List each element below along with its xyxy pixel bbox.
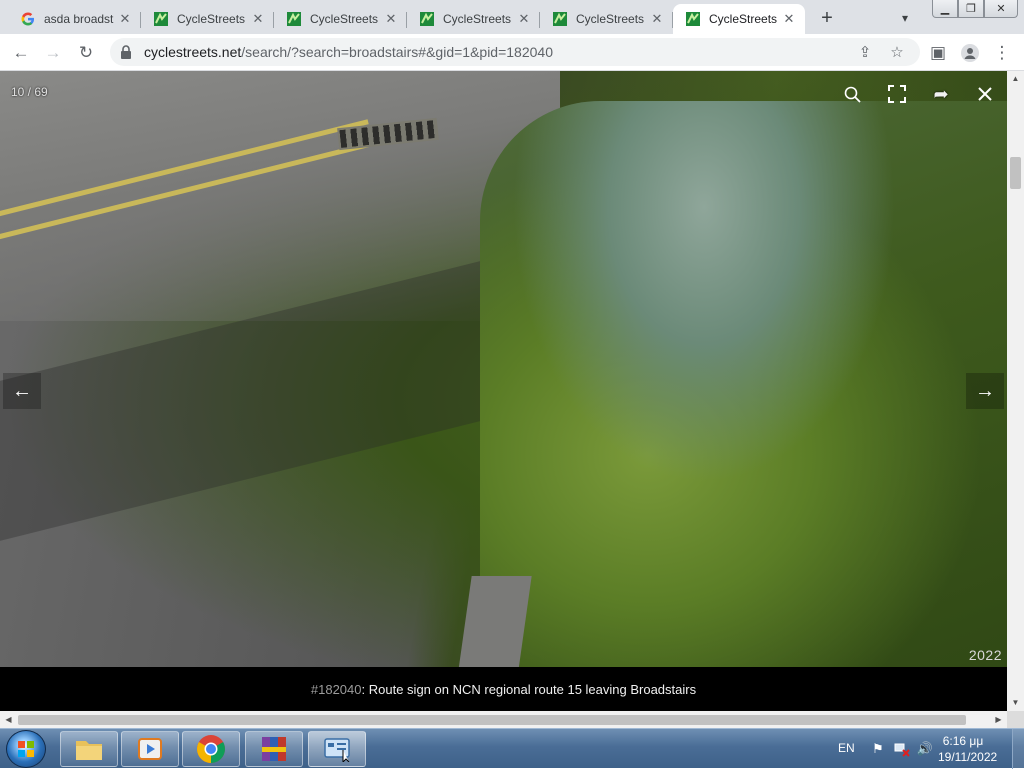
photo-lightbox: 10 / 69 ➦ ← → 2022 #182040: Route sign o… (0, 71, 1024, 711)
tab-title: CycleStreets (576, 12, 645, 26)
forward-arrow-icon[interactable]: → (39, 39, 67, 67)
previous-photo-arrow-icon[interactable]: ← (3, 373, 41, 409)
close-tab-icon[interactable]: ✕ (117, 11, 133, 27)
tab-title: CycleStreets (709, 12, 778, 26)
tab-asda[interactable]: asda broadst ✕ (8, 4, 141, 34)
scroll-up-arrow-icon[interactable]: ▲ (1011, 74, 1020, 83)
tab-cyclestreets-1[interactable]: CycleStreets ✕ (141, 4, 274, 34)
clock-time: 6:16 μμ (942, 734, 984, 748)
cyclestreets-icon (685, 11, 701, 27)
fullscreen-icon[interactable] (884, 81, 910, 107)
back-arrow-icon[interactable]: ← (7, 39, 35, 67)
scrollbar-corner (1007, 711, 1024, 728)
url-path: /search/?search=broadstairs#&gid=1&pid=1… (241, 44, 553, 60)
google-g-icon (20, 11, 36, 27)
tab-cyclestreets-2[interactable]: CycleStreets ✕ (274, 4, 407, 34)
caption-separator: : (361, 681, 369, 697)
cyclestreets-icon (286, 11, 302, 27)
winrar-icon[interactable] (245, 731, 303, 767)
hedge (480, 101, 1007, 667)
share-arrow-icon[interactable]: ➦ (928, 81, 954, 107)
photo-caption: #182040: Route sign on NCN regional rout… (0, 667, 1007, 711)
tab-cyclestreets-active[interactable]: CycleStreets ✕ (673, 4, 805, 34)
zoom-icon[interactable] (839, 81, 865, 107)
close-viewer-icon[interactable] (972, 81, 998, 107)
close-tab-icon[interactable]: ✕ (250, 11, 266, 27)
tab-search-chevron-icon[interactable]: ▾ (893, 6, 917, 30)
close-tab-icon[interactable]: ✕ (516, 11, 532, 27)
tab-cyclestreets-3[interactable]: CycleStreets ✕ (407, 4, 540, 34)
photo-id-link[interactable]: #182040 (311, 682, 362, 697)
curb-stone (458, 576, 532, 667)
scrollbar-thumb[interactable] (18, 715, 966, 725)
reload-icon[interactable]: ↻ (72, 39, 100, 67)
scroll-left-arrow-icon[interactable]: ◀ (4, 715, 13, 724)
chrome-icon[interactable] (182, 731, 240, 767)
close-window-icon[interactable]: ✕ (984, 0, 1018, 18)
photo-year: 2022 (968, 647, 1002, 663)
url-host: cyclestreets.net (144, 44, 242, 60)
scroll-down-arrow-icon[interactable]: ▼ (1011, 698, 1020, 707)
side-panel-icon[interactable]: ▣ (924, 39, 952, 67)
tab-title: asda broadst (44, 12, 114, 26)
photo-image (0, 71, 1007, 667)
tab-title: CycleStreets (443, 12, 512, 26)
caption-text: Route sign on NCN regional route 15 leav… (368, 681, 697, 697)
share-icon[interactable]: ⇪ (855, 42, 875, 62)
close-tab-icon[interactable]: ✕ (383, 11, 399, 27)
tab-title: CycleStreets (177, 12, 246, 26)
network-app-icon[interactable] (308, 731, 366, 767)
windows-taskbar: EN ⚑ 🔊 6:16 μμ 19/11/2022 (0, 728, 1024, 769)
cyclestreets-icon (153, 11, 169, 27)
tab-strip: asda broadst ✕ CycleStreets ✕ CycleStree… (0, 0, 1024, 34)
vertical-scrollbar[interactable]: ▲ ▼ (1007, 71, 1024, 711)
bookmark-star-icon[interactable]: ☆ (887, 42, 907, 62)
system-clock[interactable]: 6:16 μμ 19/11/2022 (938, 733, 998, 765)
next-photo-arrow-icon[interactable]: → (966, 373, 1004, 409)
close-tab-icon[interactable]: ✕ (649, 11, 665, 27)
minimize-icon[interactable]: ▁ (932, 0, 958, 18)
scroll-right-arrow-icon[interactable]: ▶ (994, 715, 1003, 724)
volume-speaker-icon[interactable]: 🔊 (917, 741, 933, 757)
scrollbar-thumb[interactable] (1010, 157, 1021, 189)
browser-toolbar: ← → ↻ cyclestreets.net/search/?search=br… (0, 34, 1024, 71)
network-disconnected-icon[interactable] (894, 741, 910, 757)
lock-icon[interactable] (120, 45, 134, 59)
horizontal-scrollbar[interactable]: ◀ ▶ (0, 711, 1007, 728)
photo-counter: 10 / 69 (11, 85, 48, 99)
language-indicator[interactable]: EN (838, 741, 855, 755)
address-bar[interactable]: cyclestreets.net/search/?search=broadsta… (110, 38, 920, 66)
show-desktop-button[interactable] (1012, 729, 1024, 769)
close-tab-icon[interactable]: ✕ (781, 11, 797, 27)
cyclestreets-icon (552, 11, 568, 27)
start-button-windows-logo-icon[interactable] (6, 730, 46, 768)
window-controls: ▁ ❐ ✕ (932, 0, 1018, 18)
restore-icon[interactable]: ❐ (958, 0, 984, 18)
clock-date: 19/11/2022 (938, 750, 998, 764)
tab-cyclestreets-4[interactable]: CycleStreets ✕ (540, 4, 673, 34)
cyclestreets-icon (419, 11, 435, 27)
file-explorer-icon[interactable] (60, 731, 118, 767)
action-center-flag-icon[interactable]: ⚑ (870, 741, 886, 757)
profile-avatar-icon[interactable] (956, 39, 984, 67)
more-menu-icon[interactable]: ⋮ (988, 39, 1016, 67)
media-player-icon[interactable] (121, 731, 179, 767)
new-tab-button[interactable]: + (815, 6, 839, 30)
tab-title: CycleStreets (310, 12, 379, 26)
